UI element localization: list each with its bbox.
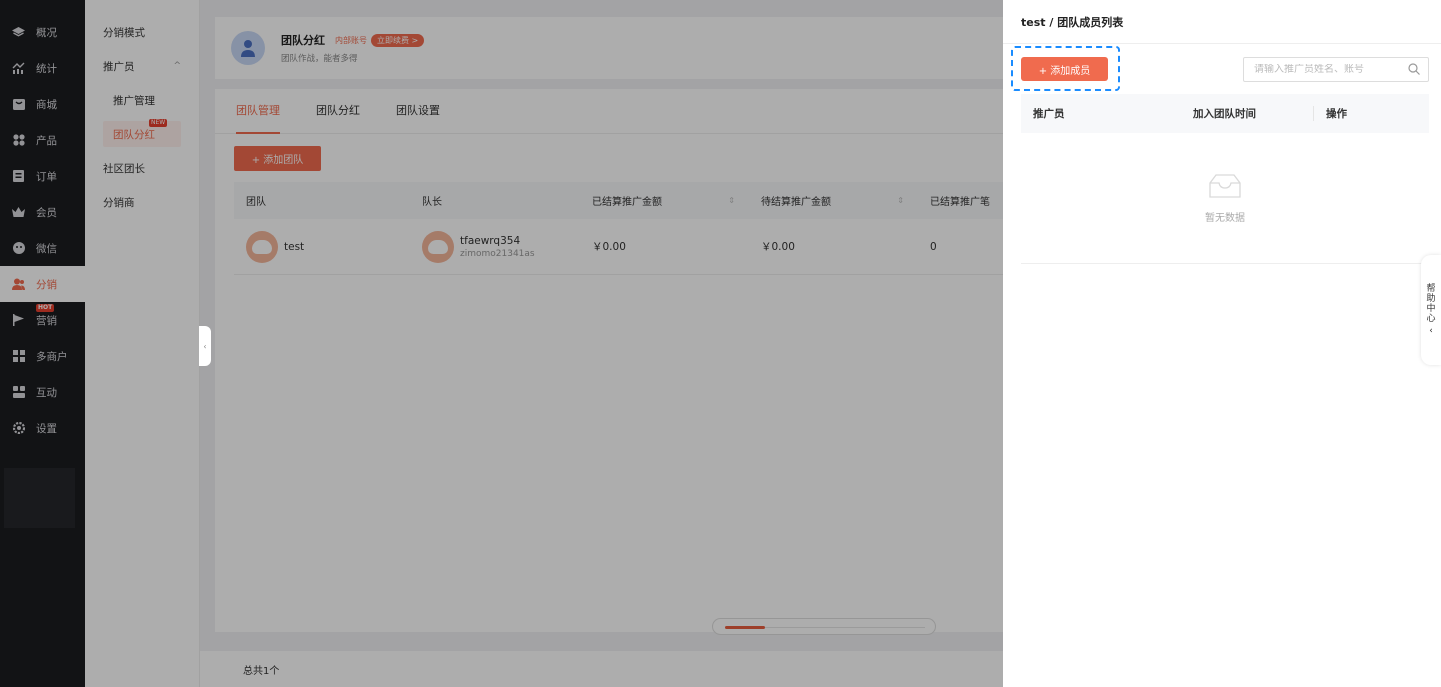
help-center-tab[interactable]: 帮 助 中 心 ‹ [1421, 255, 1441, 365]
add-member-button[interactable]: + 添加成员 [1021, 57, 1108, 81]
column-header: 推广员 [1033, 108, 1065, 120]
help-char: 助 [1426, 294, 1436, 304]
search-box[interactable] [1243, 57, 1429, 82]
modal-mask[interactable] [0, 0, 1003, 687]
collapse-sidebar-button[interactable]: ‹ [199, 326, 211, 366]
column-header: 操作 [1313, 106, 1429, 121]
search-input[interactable] [1254, 64, 1404, 75]
drawer-title: test / 团队成员列表 [1003, 0, 1441, 44]
chevron-left-icon: ‹ [203, 341, 207, 351]
help-char: 中 [1426, 304, 1436, 314]
search-icon[interactable] [1408, 63, 1420, 78]
empty-text: 暂无数据 [1205, 212, 1245, 224]
empty-box-icon [1209, 173, 1241, 198]
help-char: 帮 [1426, 284, 1436, 294]
app-root: 概况 统计 商城 产品 订单 会员 微信 分销 营销 HOT 多商户 互动 设置 … [0, 0, 1441, 687]
column-header: 加入团队时间 [1193, 108, 1256, 120]
empty-state: 暂无数据 [1021, 133, 1429, 264]
help-char: 心 [1426, 314, 1436, 324]
member-table-header: 推广员 加入团队时间 操作 [1021, 94, 1429, 133]
member-list-drawer: test / 团队成员列表 + 添加成员 推广员 加入团队时间 操作 暂无数据 [1003, 0, 1441, 687]
chevron-left-icon: ‹ [1429, 326, 1433, 336]
